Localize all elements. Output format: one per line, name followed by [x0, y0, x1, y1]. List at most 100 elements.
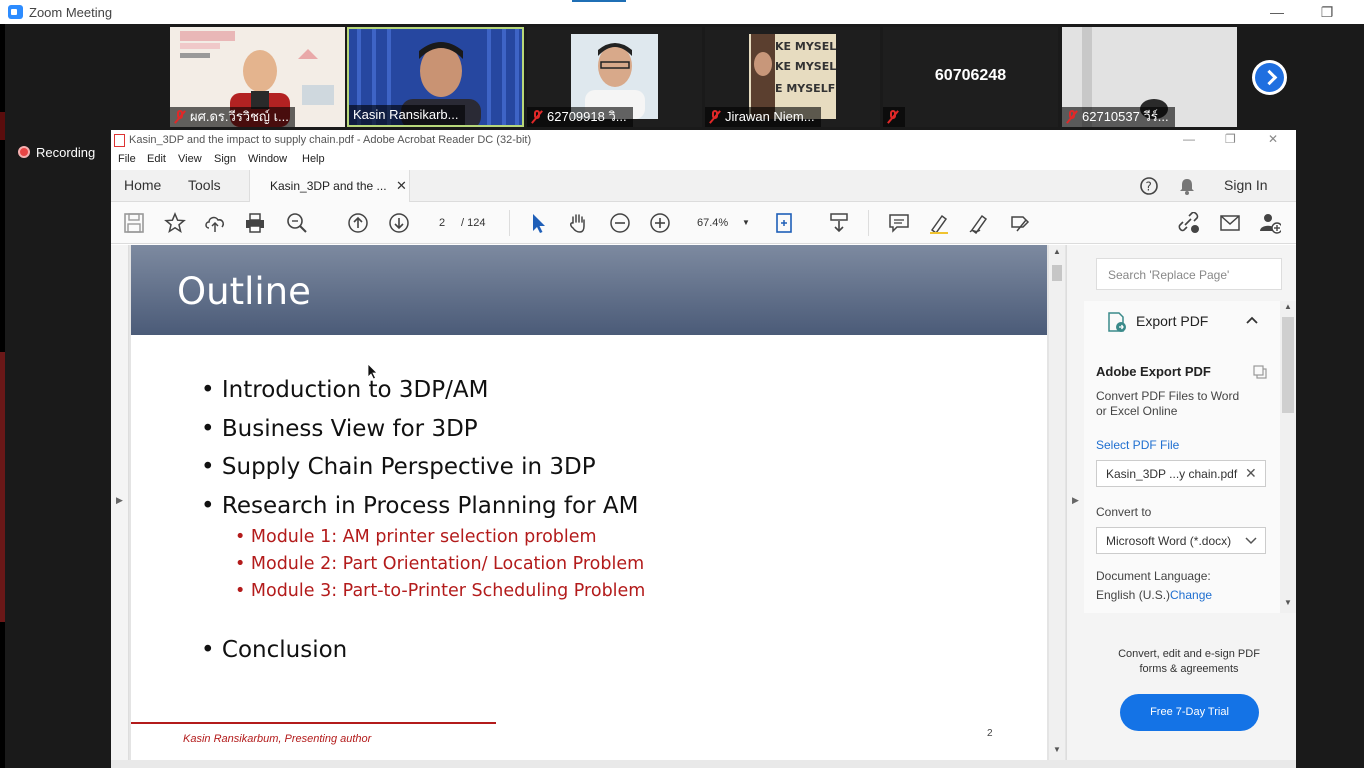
zoom-out-icon[interactable]: [609, 212, 631, 234]
convert-to-label: Convert to: [1096, 505, 1152, 519]
recording-indicator[interactable]: Recording: [14, 140, 99, 164]
mic-muted-icon: [174, 110, 186, 124]
menu-edit[interactable]: Edit: [147, 153, 166, 165]
zoom-in-icon[interactable]: [649, 212, 671, 234]
acrobat-window: Kasin_3DP and the impact to supply chain…: [111, 130, 1296, 768]
share-link-icon[interactable]: [1177, 212, 1199, 234]
export-pdf-panel: Export PDF Adobe Export PDF Convert PDF …: [1084, 301, 1280, 613]
menu-view[interactable]: View: [178, 153, 202, 165]
participant-tile[interactable]: ผศ.ดร.วีรวิชญ์ เ...: [170, 27, 345, 127]
copy-icon[interactable]: [1252, 364, 1268, 380]
fill-and-sign-icon[interactable]: [1009, 212, 1031, 234]
highlight-pen-icon[interactable]: [928, 212, 950, 234]
minimize-button[interactable]: —: [1265, 2, 1289, 22]
print-icon[interactable]: [244, 212, 266, 234]
left-pane-toggle[interactable]: ▶: [111, 245, 129, 768]
bullet-text: Introduction to 3DP/AM: [221, 377, 489, 403]
edge-mark: [0, 352, 5, 622]
slide-title: Outline: [177, 270, 311, 313]
document-language-label: Document Language:: [1096, 569, 1211, 583]
page-total: / 124: [461, 217, 486, 229]
select-pdf-file-link[interactable]: Select PDF File: [1096, 438, 1179, 452]
document-scrollbar[interactable]: ▲ ▼: [1049, 245, 1065, 768]
recording-icon: [18, 146, 30, 158]
taskbar-strip: [111, 760, 1296, 768]
scroll-down-icon[interactable]: ▼: [1053, 745, 1061, 754]
zoom-search-icon[interactable]: [286, 212, 308, 234]
restore-button[interactable]: ❐: [1315, 2, 1339, 22]
convert-format-select[interactable]: Microsoft Word (*.docx): [1096, 527, 1266, 554]
selected-file-field[interactable]: Kasin_3DP ...y chain.pdf ✕: [1096, 460, 1266, 487]
previous-page-icon[interactable]: [347, 212, 369, 234]
next-page-icon[interactable]: [388, 212, 410, 234]
help-icon[interactable]: ?: [1139, 176, 1159, 196]
sub-bullet-item: • Module 1: AM printer selection problem: [235, 527, 597, 547]
comment-icon[interactable]: [888, 212, 910, 234]
mouse-cursor-icon: [367, 363, 378, 380]
menu-help[interactable]: Help: [302, 153, 325, 165]
chevron-right-icon[interactable]: ▶: [1072, 495, 1079, 506]
scrollbar-thumb[interactable]: [1052, 265, 1062, 281]
bookmark-star-icon[interactable]: [164, 212, 186, 234]
draw-sign-icon[interactable]: [968, 212, 990, 234]
scroll-up-icon[interactable]: ▲: [1053, 247, 1061, 256]
toolbar-divider: [868, 210, 869, 236]
add-user-icon[interactable]: [1259, 212, 1281, 234]
scrollbar-thumb[interactable]: [1282, 317, 1294, 413]
gallery-next-button[interactable]: [1252, 60, 1287, 95]
export-pdf-header[interactable]: Export PDF: [1136, 313, 1208, 329]
titlebar-accent: [572, 0, 626, 2]
acrobat-title: Kasin_3DP and the impact to supply chain…: [129, 134, 532, 146]
acrobat-close-button[interactable]: ✕: [1268, 132, 1278, 146]
bullet-text: Supply Chain Perspective in 3DP: [221, 454, 596, 480]
participant-tile[interactable]: KE MYSELF KE MYSELF E MYSELF Jirawan Niem.…: [705, 27, 880, 127]
tab-tools[interactable]: Tools: [188, 177, 221, 193]
page-number-input[interactable]: 2: [427, 213, 457, 233]
recording-label: Recording: [36, 144, 96, 160]
change-language-link[interactable]: Change: [1170, 588, 1212, 602]
save-icon[interactable]: [123, 212, 145, 234]
export-pdf-icon[interactable]: [1106, 311, 1128, 333]
sub-bullet-item: • Module 2: Part Orientation/ Location P…: [235, 554, 645, 574]
right-pane-toggle[interactable]: ▶: [1066, 245, 1084, 768]
chevron-right-icon[interactable]: ▶: [116, 495, 123, 506]
participant-tile[interactable]: 62709918 วิ...: [527, 27, 702, 127]
participant-tile[interactable]: 60706248: [883, 27, 1058, 127]
room-background: [288, 35, 338, 115]
bullet-item: • Research in Process Planning for AM: [201, 493, 639, 519]
page-display-icon[interactable]: [775, 212, 797, 234]
tab-home[interactable]: Home: [124, 177, 161, 193]
document-view[interactable]: ▶ Outline • Introduction to 3DP/AM • Bus…: [111, 245, 1084, 768]
scroll-up-icon[interactable]: ▲: [1284, 302, 1292, 311]
chevron-up-icon[interactable]: [1245, 315, 1259, 325]
hand-tool-icon[interactable]: [567, 212, 589, 234]
menu-window[interactable]: Window: [248, 153, 287, 165]
clear-file-icon[interactable]: ✕: [1245, 465, 1257, 482]
document-tab[interactable]: Kasin_3DP and the ... ✕: [249, 170, 410, 202]
close-tab-icon[interactable]: ✕: [396, 178, 407, 194]
sign-in-button[interactable]: Sign In: [1224, 177, 1268, 193]
tools-pane-scrollbar[interactable]: ▲ ▼: [1280, 301, 1296, 613]
scroll-down-icon[interactable]: ▼: [1284, 598, 1292, 607]
bullet-item: • Business View for 3DP: [201, 416, 478, 442]
free-trial-button[interactable]: Free 7-Day Trial: [1120, 694, 1259, 731]
menu-file[interactable]: File: [118, 153, 136, 165]
select-cursor-icon[interactable]: [527, 212, 549, 234]
scroll-mode-icon[interactable]: [828, 212, 850, 234]
zoom-level-select[interactable]: 67.4% ▼: [689, 213, 755, 233]
chevron-down-icon: ▼: [742, 218, 750, 227]
tools-pane: Search 'Replace Page' Export PDF Adobe E…: [1084, 245, 1296, 768]
slide-footer: Kasin Ransikarbum, Presenting author: [183, 733, 372, 745]
participant-tile-active-speaker[interactable]: Kasin Ransikarb...: [347, 27, 524, 127]
menu-sign[interactable]: Sign: [214, 153, 236, 165]
tools-search-input[interactable]: Search 'Replace Page': [1096, 258, 1282, 290]
acrobat-minimize-button[interactable]: —: [1183, 132, 1195, 146]
zoom-level-value: 67.4%: [697, 217, 729, 229]
notifications-bell-icon[interactable]: [1177, 176, 1197, 196]
email-icon[interactable]: [1219, 212, 1241, 234]
upload-cloud-icon[interactable]: [204, 212, 226, 234]
sub-bullet-text: Module 2: Part Orientation/ Location Pro…: [250, 554, 645, 574]
acrobat-restore-button[interactable]: ❐: [1225, 132, 1236, 146]
sub-bullet-item: • Module 3: Part-to-Printer Scheduling P…: [235, 581, 646, 601]
participant-tile[interactable]: 62710537 วีร์...: [1062, 27, 1237, 127]
